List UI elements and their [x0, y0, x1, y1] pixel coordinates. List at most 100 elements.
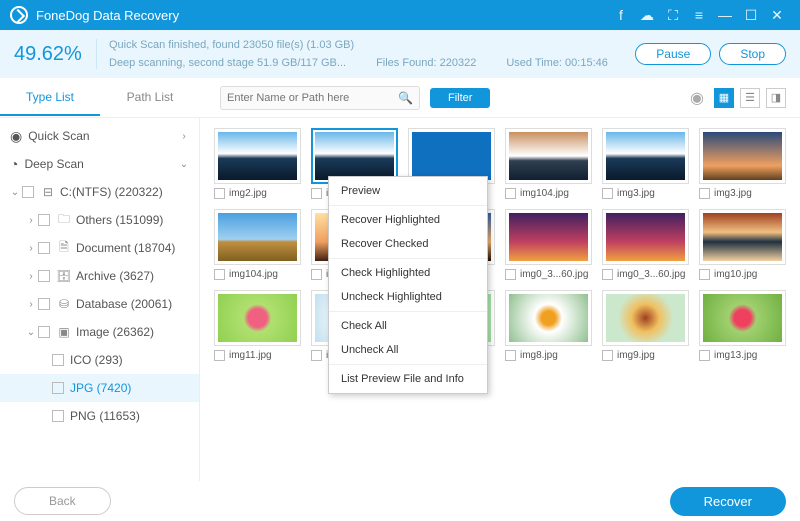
context-menu-item[interactable]: Uncheck Highlighted [329, 285, 487, 309]
tree-ico[interactable]: ICO (293) [0, 346, 199, 374]
view-list-button[interactable]: ☰ [740, 88, 760, 108]
thumbnail-image[interactable] [602, 290, 689, 346]
thumbnail-checkbox[interactable] [311, 350, 322, 361]
thumbnail-item[interactable]: img0_3...60.jpg [602, 209, 689, 280]
tree-png[interactable]: PNG (11653) [0, 402, 199, 430]
close-icon[interactable]: ✕ [764, 7, 790, 24]
chevron-down-icon[interactable]: ⌄ [24, 327, 38, 338]
checkbox[interactable] [38, 214, 50, 226]
search-icon[interactable]: 🔍 [398, 91, 413, 105]
minimize-icon[interactable]: — [712, 7, 738, 23]
thumbnail-filename: img3.jpg [617, 188, 655, 199]
thumbnail-grid: img2.jpgimg1.jpgimg104.jpgimg104.jpgimg3… [200, 118, 800, 481]
thumbnail-checkbox[interactable] [505, 188, 516, 199]
maximize-icon[interactable]: ☐ [738, 7, 764, 24]
thumbnail-checkbox[interactable] [699, 188, 710, 199]
thumbnail-item[interactable]: img0_3...60.jpg [505, 209, 592, 280]
thumbnail-checkbox[interactable] [602, 188, 613, 199]
tab-path-list[interactable]: Path List [100, 80, 200, 116]
feedback-icon[interactable]: ☁ [634, 7, 660, 24]
thumbnail-checkbox[interactable] [311, 269, 322, 280]
thumbnail-checkbox[interactable] [699, 350, 710, 361]
store-icon[interactable]: ⛶ [660, 7, 686, 24]
thumbnail-checkbox[interactable] [311, 188, 322, 199]
thumbnail-image[interactable] [699, 128, 786, 184]
chevron-right-icon[interactable]: › [24, 299, 38, 310]
context-menu-item[interactable]: Preview [329, 179, 487, 203]
context-menu-item[interactable]: Recover Highlighted [329, 208, 487, 232]
chevron-right-icon[interactable]: › [24, 215, 38, 226]
thumbnail-item[interactable]: img3.jpg [602, 128, 689, 199]
context-menu-item[interactable]: List Preview File and Info [329, 367, 487, 391]
recover-button[interactable]: Recover [670, 487, 786, 516]
checkbox[interactable] [38, 298, 50, 310]
pause-button[interactable]: Pause [635, 43, 711, 65]
thumbnail-checkbox[interactable] [699, 269, 710, 280]
context-menu-item[interactable]: Uncheck All [329, 338, 487, 362]
thumbnail-item[interactable]: img3.jpg [699, 128, 786, 199]
search-box[interactable]: 🔍 [220, 86, 420, 110]
thumbnail-image[interactable] [214, 290, 301, 346]
view-detail-button[interactable]: ◨ [766, 88, 786, 108]
thumbnail-checkbox[interactable] [505, 350, 516, 361]
thumbnail-checkbox[interactable] [602, 269, 613, 280]
thumbnail-image[interactable] [505, 209, 592, 265]
tree-deep-scan[interactable]: ◔ Deep Scan ⌄ [0, 150, 199, 178]
chevron-right-icon[interactable]: › [24, 271, 38, 282]
checkbox[interactable] [38, 326, 50, 338]
thumbnail-item[interactable]: img2.jpg [214, 128, 301, 199]
view-grid-button[interactable]: ▦ [714, 88, 734, 108]
stop-button[interactable]: Stop [719, 43, 786, 65]
thumbnail-image[interactable] [214, 209, 301, 265]
chevron-down-icon[interactable]: ⌄ [8, 187, 22, 198]
context-menu-item[interactable]: Recover Checked [329, 232, 487, 256]
checkbox[interactable] [52, 382, 64, 394]
thumbnail-checkbox[interactable] [214, 269, 225, 280]
thumbnail-image[interactable] [505, 128, 592, 184]
thumbnail-image[interactable] [699, 290, 786, 346]
tab-type-list[interactable]: Type List [0, 80, 100, 116]
context-menu: Preview Recover HighlightedRecover Checke… [328, 176, 488, 394]
tree-jpg[interactable]: JPG (7420) [0, 374, 199, 402]
thumbnail-item[interactable]: img10.jpg [699, 209, 786, 280]
search-input[interactable] [227, 92, 398, 104]
thumbnail-item[interactable]: img8.jpg [505, 290, 592, 361]
thumbnail-item[interactable]: img104.jpg [505, 128, 592, 199]
thumbnail-image[interactable] [214, 128, 301, 184]
chevron-right-icon[interactable]: › [24, 243, 38, 254]
tree-archive[interactable]: › 🗄 Archive (3627) [0, 262, 199, 290]
thumbnail-item[interactable]: img104.jpg [214, 209, 301, 280]
thumbnail-image[interactable] [699, 209, 786, 265]
database-icon: ⛁ [56, 297, 72, 311]
thumbnail-item[interactable]: img9.jpg [602, 290, 689, 361]
thumbnail-checkbox[interactable] [214, 188, 225, 199]
thumbnail-image[interactable] [602, 128, 689, 184]
thumbnail-checkbox[interactable] [505, 269, 516, 280]
context-menu-item[interactable]: Check All [329, 314, 487, 338]
preview-toggle-icon[interactable]: ◉ [690, 88, 704, 108]
checkbox[interactable] [22, 186, 34, 198]
thumbnail-item[interactable]: img13.jpg [699, 290, 786, 361]
tree-database[interactable]: › ⛁ Database (20061) [0, 290, 199, 318]
tree-document[interactable]: › 🗎 Document (18704) [0, 234, 199, 262]
tree-image[interactable]: ⌄ ▣ Image (26362) [0, 318, 199, 346]
tree-others[interactable]: › 🗀 Others (151099) [0, 206, 199, 234]
scan-line-2: Deep scanning, second stage 51.9 GB/117 … [109, 55, 346, 71]
checkbox[interactable] [38, 270, 50, 282]
tree-drive[interactable]: ⌄ ⊟ C:(NTFS) (220322) [0, 178, 199, 206]
thumbnail-filename: img104.jpg [229, 269, 278, 280]
thumbnail-checkbox[interactable] [602, 350, 613, 361]
checkbox[interactable] [52, 354, 64, 366]
context-menu-item[interactable]: Check Highlighted [329, 261, 487, 285]
share-icon[interactable]: f [608, 7, 634, 23]
checkbox[interactable] [38, 242, 50, 254]
back-button[interactable]: Back [14, 487, 111, 515]
tree-quick-scan[interactable]: ◉ Quick Scan › [0, 122, 199, 150]
thumbnail-item[interactable]: img11.jpg [214, 290, 301, 361]
checkbox[interactable] [52, 410, 64, 422]
thumbnail-checkbox[interactable] [214, 350, 225, 361]
filter-button[interactable]: Filter [430, 88, 490, 108]
thumbnail-image[interactable] [602, 209, 689, 265]
thumbnail-image[interactable] [505, 290, 592, 346]
menu-icon[interactable]: ≡ [686, 7, 712, 23]
